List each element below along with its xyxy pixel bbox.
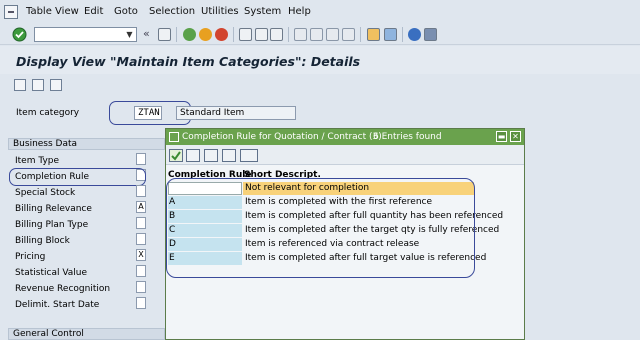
- page-title: Display View "Maintain Item Categories":…: [16, 54, 361, 69]
- command-field[interactable]: ▼: [34, 27, 137, 42]
- copy-checkmark-icon[interactable]: [169, 149, 183, 162]
- previous-page-icon[interactable]: [310, 28, 323, 41]
- business-data-header: Business Data: [8, 138, 165, 150]
- first-page-icon[interactable]: [294, 28, 307, 41]
- exit-icon[interactable]: [199, 28, 212, 41]
- menu-system[interactable]: System: [244, 6, 281, 17]
- billing-plan-type-label: Billing Plan Type: [15, 220, 89, 230]
- title-bar: Display View "Maintain Item Categories":…: [0, 46, 640, 74]
- statistical-value-label: Statistical Value: [15, 268, 88, 278]
- find-icon[interactable]: [255, 28, 268, 41]
- print-icon[interactable]: [239, 28, 252, 41]
- standard-toolbar: ▼ «: [0, 24, 640, 45]
- find-next-icon[interactable]: [270, 28, 283, 41]
- entries-found-count: 6 Entries found: [373, 132, 442, 142]
- item-category-label: Item category: [16, 108, 80, 118]
- cancel-dialog-icon[interactable]: [186, 149, 200, 162]
- save-icon[interactable]: [158, 28, 171, 41]
- item-type-label: Item Type: [15, 156, 60, 166]
- menu-bar: Table View Edit Goto Selection Utilities…: [0, 0, 640, 24]
- find-next-binoculars-icon[interactable]: [222, 149, 236, 162]
- billing-block-field[interactable]: [136, 233, 146, 245]
- menu-goto[interactable]: Goto: [114, 6, 138, 17]
- command-dropdown-icon[interactable]: ▼: [124, 29, 135, 40]
- revenue-recognition-field[interactable]: [136, 281, 146, 293]
- dialog-title: Completion Rule for Quotation / Contract…: [182, 132, 382, 142]
- pricing-field[interactable]: X: [136, 249, 146, 261]
- dialog-toolbar: [166, 145, 524, 165]
- dialog-close-icon[interactable]: ✕: [510, 131, 521, 142]
- search-binoculars-icon[interactable]: [204, 149, 218, 162]
- pricing-label: Pricing: [15, 252, 46, 262]
- billing-block-label: Billing Block: [15, 236, 70, 246]
- highlight-values-table: [166, 178, 475, 278]
- value-help-dialog: Completion Rule for Quotation / Contract…: [165, 128, 525, 340]
- shortcut-icon[interactable]: [384, 28, 397, 41]
- system-menu-icon[interactable]: [4, 5, 18, 19]
- item-category-description: Standard Item: [176, 106, 296, 120]
- special-stock-label: Special Stock: [15, 188, 76, 198]
- application-toolbar: [0, 75, 640, 95]
- special-stock-field[interactable]: [136, 185, 146, 197]
- menu-help[interactable]: Help: [288, 6, 311, 17]
- item-type-field[interactable]: [136, 153, 146, 165]
- revenue-recognition-label: Revenue Recognition: [15, 284, 111, 294]
- menu-selection[interactable]: Selection: [149, 6, 195, 17]
- cancel-icon[interactable]: [215, 28, 228, 41]
- delimit-start-date-label: Delimit. Start Date: [15, 300, 100, 310]
- billing-plan-type-field[interactable]: [136, 217, 146, 229]
- enter-checkmark-icon[interactable]: [12, 27, 27, 42]
- general-control-header: General Control: [8, 328, 165, 340]
- dialog-minimize-icon[interactable]: ▬: [496, 131, 507, 142]
- billing-relevance-field[interactable]: A: [136, 201, 146, 213]
- other-entry-icon[interactable]: [14, 79, 26, 91]
- next-entry-icon[interactable]: [50, 79, 62, 91]
- statistical-value-field[interactable]: [136, 265, 146, 277]
- dialog-icon: [169, 132, 179, 142]
- delimit-start-date-field[interactable]: [136, 297, 146, 309]
- last-page-icon[interactable]: [342, 28, 355, 41]
- layout-menu-icon[interactable]: [424, 28, 437, 41]
- back-icon[interactable]: [183, 28, 196, 41]
- collapse-icon[interactable]: «: [143, 27, 150, 40]
- sort-menu-icon[interactable]: [240, 149, 258, 162]
- menu-table-view[interactable]: Table View: [26, 6, 79, 17]
- help-icon[interactable]: [408, 28, 421, 41]
- menu-edit[interactable]: Edit: [84, 6, 103, 17]
- highlight-completion-rule: [9, 168, 146, 186]
- next-page-icon[interactable]: [326, 28, 339, 41]
- menu-utilities[interactable]: Utilities: [201, 6, 239, 17]
- previous-entry-icon[interactable]: [32, 79, 44, 91]
- dialog-title-bar: Completion Rule for Quotation / Contract…: [166, 129, 524, 145]
- create-session-icon[interactable]: [367, 28, 380, 41]
- billing-relevance-label: Billing Relevance: [15, 204, 92, 214]
